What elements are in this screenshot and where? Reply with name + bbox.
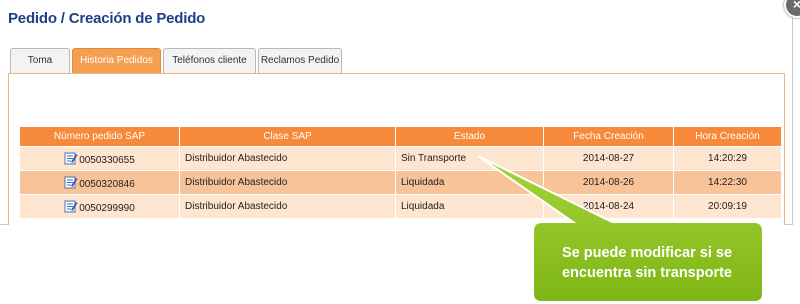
column-header-fecha[interactable]: Fecha Creación [543, 126, 674, 147]
callout-text: Se puede modificar si se encuentra sin tr… [536, 234, 758, 292]
pedido-cell: 0050330655 [19, 146, 180, 171]
column-header-clase[interactable]: Clase SAP [179, 126, 396, 147]
table-row[interactable]: 0050330655 Distribuidor Abastecido Sin T… [19, 146, 782, 171]
column-header-estado[interactable]: Estado [395, 126, 544, 147]
hora-cell: 14:22:30 [673, 170, 782, 195]
page-title: Pedido / Creación de Pedido [8, 10, 206, 27]
hora-cell: 14:20:29 [673, 146, 782, 171]
edit-document-icon[interactable] [64, 199, 78, 213]
hora-cell: 20:09:19 [673, 194, 782, 219]
clase-cell: Distribuidor Abastecido [179, 146, 396, 171]
pedido-cell: 0050320846 [19, 170, 180, 195]
orders-table: Número pedido SAP Clase SAP Estado Fecha… [19, 126, 782, 219]
table-row[interactable]: 0050299990 Distribuidor Abastecido Liqui… [19, 194, 782, 219]
fecha-cell: 2014-08-27 [543, 146, 674, 171]
pedido-number[interactable]: 0050299990 [79, 203, 135, 214]
callout-line-2: encuentra sin transporte [561, 265, 732, 281]
callout-line-1: Se puede modificar si se [561, 245, 733, 261]
pedido-cell: 0050299990 [19, 194, 180, 219]
edit-document-icon[interactable] [64, 151, 78, 165]
table-header-row: Número pedido SAP Clase SAP Estado Fecha… [19, 126, 782, 147]
table-row[interactable]: 0050320846 Distribuidor Abastecido Liqui… [19, 170, 782, 195]
fecha-cell: 2014-08-26 [543, 170, 674, 195]
tab-panel: Número pedido SAP Clase SAP Estado Fecha… [8, 73, 785, 225]
order-window: Pedido / Creación de Pedido Toma Pedido … [0, 0, 793, 225]
estado-cell: Liquidada [395, 170, 544, 195]
estado-cell: Liquidada [395, 194, 544, 219]
fecha-cell: 2014-08-24 [543, 194, 674, 219]
estado-cell: Sin Transporte [395, 146, 544, 171]
clase-cell: Distribuidor Abastecido [179, 170, 396, 195]
column-header-hora[interactable]: Hora Creación [673, 126, 782, 147]
tab-telefonos-cliente[interactable]: Teléfonos cliente (11) [163, 48, 256, 90]
tab-reclamos-pedido[interactable]: Reclamos Pedido (1) [258, 48, 342, 90]
clase-cell: Distribuidor Abastecido [179, 194, 396, 219]
pedido-number[interactable]: 0050320846 [79, 179, 135, 190]
tab-toma-pedido[interactable]: Toma Pedido [10, 48, 70, 90]
pedido-number[interactable]: 0050330655 [79, 155, 135, 166]
column-header-pedido[interactable]: Número pedido SAP [19, 126, 180, 147]
edit-document-icon[interactable] [64, 175, 78, 189]
tab-historia-pedidos[interactable]: Historia Pedidos (3) [72, 48, 161, 90]
